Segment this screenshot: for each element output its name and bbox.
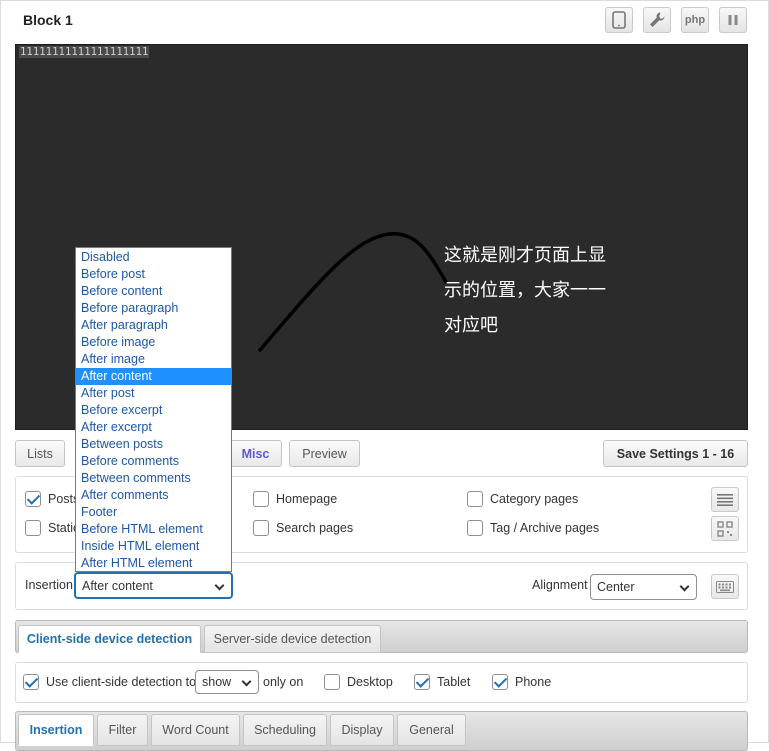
alignment-select[interactable]: Center <box>590 574 697 600</box>
posts-checkbox[interactable] <box>25 491 41 507</box>
annotation-line: 对应吧 <box>444 315 498 336</box>
wrench-icon <box>650 12 665 27</box>
keyboard-button[interactable] <box>711 574 739 599</box>
search-pages-label: Search pages <box>276 521 354 535</box>
search-pages-checkbox[interactable] <box>253 520 269 536</box>
annotation-line: 这就是刚才页面上显 <box>444 245 606 266</box>
category-pages-label: Category pages <box>490 492 579 506</box>
tab-display[interactable]: Display <box>330 714 394 746</box>
desktop-checkbox[interactable] <box>324 674 340 690</box>
dropdown-option[interactable]: After comments <box>76 487 231 504</box>
dropdown-option[interactable]: After excerpt <box>76 419 231 436</box>
list-icon <box>717 493 733 506</box>
detection-mode-value: show <box>202 675 232 689</box>
dropdown-option[interactable]: Between comments <box>76 470 231 487</box>
dropdown-option[interactable]: Before content <box>76 283 231 300</box>
tab-server-side-detection[interactable]: Server-side device detection <box>204 625 381 653</box>
tablet-label: Tablet <box>437 675 471 689</box>
only-on-label: only on <box>263 675 304 689</box>
tab-general[interactable]: General <box>397 714 466 746</box>
list-view-button[interactable] <box>711 487 739 512</box>
chevron-down-icon <box>679 581 690 592</box>
insertion-select-value: After content <box>82 578 153 593</box>
tag-archive-checkbox[interactable] <box>467 520 483 536</box>
dropdown-option[interactable]: Before excerpt <box>76 402 231 419</box>
alignment-select-value: Center <box>597 580 635 594</box>
chevron-down-icon <box>214 580 225 591</box>
homepage-checkbox[interactable] <box>253 491 269 507</box>
chevron-down-icon <box>241 676 252 687</box>
category-pages-checkbox[interactable] <box>467 491 483 507</box>
use-client-detection-checkbox[interactable] <box>23 674 39 690</box>
phone-label: Phone <box>515 675 552 689</box>
dropdown-option[interactable]: Before HTML element <box>76 521 231 538</box>
tab-filter[interactable]: Filter <box>97 714 148 746</box>
php-button[interactable]: php <box>681 7 709 33</box>
annotation-text: 这就是刚才页面上显 示的位置，大家一一 对应吧 <box>444 238 644 343</box>
block-title: Block 1 <box>23 12 73 28</box>
lists-button[interactable]: Lists <box>15 440 65 467</box>
dropdown-option[interactable]: Footer <box>76 504 231 521</box>
preview-button[interactable]: Preview <box>289 440 360 467</box>
dropdown-option[interactable]: After paragraph <box>76 317 231 334</box>
annotation-line: 示的位置，大家一一 <box>444 280 606 301</box>
tablet-icon <box>612 11 626 29</box>
dropdown-option-selected[interactable]: After content <box>76 368 231 385</box>
settings-button[interactable] <box>643 7 671 33</box>
pause-icon <box>728 15 738 25</box>
dropdown-option[interactable]: Before image <box>76 334 231 351</box>
tab-insertion[interactable]: Insertion <box>18 714 94 746</box>
qr-code-icon <box>717 520 733 537</box>
tab-client-side-detection[interactable]: Client-side device detection <box>18 625 201 653</box>
dropdown-option[interactable]: After image <box>76 351 231 368</box>
phone-checkbox[interactable] <box>492 674 508 690</box>
tab-word-count[interactable]: Word Count <box>151 714 240 746</box>
save-settings-button[interactable]: Save Settings 1 - 16 <box>603 440 748 467</box>
dropdown-option[interactable]: Before post <box>76 266 231 283</box>
misc-button[interactable]: Misc <box>229 440 282 467</box>
dropdown-option[interactable]: Between posts <box>76 436 231 453</box>
dropdown-option[interactable]: After post <box>76 385 231 402</box>
pause-button[interactable] <box>719 7 747 33</box>
desktop-label: Desktop <box>347 675 393 689</box>
dropdown-option[interactable]: After HTML element <box>76 555 231 572</box>
insertion-dropdown-list[interactable]: Disabled Before post Before content Befo… <box>75 247 232 572</box>
use-client-detection-label: Use client-side detection to <box>46 675 197 689</box>
dropdown-option[interactable]: Inside HTML element <box>76 538 231 555</box>
homepage-label: Homepage <box>276 492 338 506</box>
detection-mode-select[interactable]: show <box>195 670 259 694</box>
alignment-label: Alignment <box>532 578 588 592</box>
insertion-label: Insertion <box>25 578 73 592</box>
tag-archive-label: Tag / Archive pages <box>490 521 600 535</box>
code-line: 11111111111111111111 <box>19 46 150 58</box>
tab-scheduling[interactable]: Scheduling <box>243 714 327 746</box>
insertion-select[interactable]: After content <box>74 572 233 599</box>
keyboard-icon <box>716 580 734 593</box>
static-checkbox[interactable] <box>25 520 41 536</box>
tablet-checkbox[interactable] <box>414 674 430 690</box>
dropdown-option[interactable]: Before comments <box>76 453 231 470</box>
dropdown-option[interactable]: Disabled <box>76 249 231 266</box>
device-toggle-button[interactable] <box>605 7 633 33</box>
dropdown-option[interactable]: Before paragraph <box>76 300 231 317</box>
qr-code-button[interactable] <box>711 516 739 541</box>
